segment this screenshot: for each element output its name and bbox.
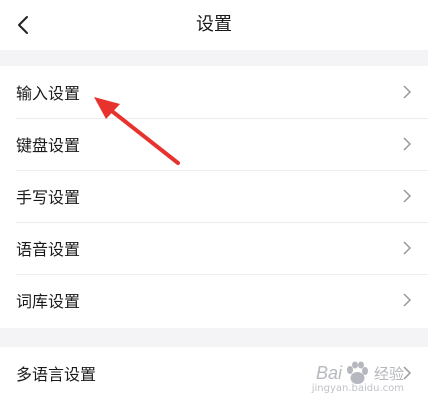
settings-item-label: 多语言设置 xyxy=(16,365,97,384)
settings-item-label: 词库设置 xyxy=(16,292,81,311)
watermark-url: jingyan.baidu.com xyxy=(311,383,404,394)
baidu-jingyan-watermark: Bai 经验 jingyan.baidu.com xyxy=(312,361,404,394)
baidu-paw-icon xyxy=(346,361,368,384)
nav-bar: 设置 xyxy=(0,0,428,50)
chevron-right-icon xyxy=(403,293,412,307)
settings-item-label: 键盘设置 xyxy=(16,136,81,155)
settings-item-input[interactable]: 输入设置 xyxy=(0,66,428,118)
chevron-right-icon xyxy=(403,137,412,151)
settings-item-keyboard[interactable]: 键盘设置 xyxy=(0,118,428,170)
watermark-brand-suffix: 经验 xyxy=(373,364,404,383)
settings-item-label: 语音设置 xyxy=(16,240,81,259)
settings-item-dictionary[interactable]: 词库设置 xyxy=(0,274,428,326)
chevron-right-icon xyxy=(403,85,412,99)
page-title: 设置 xyxy=(196,14,232,35)
settings-group-main: 输入设置 键盘设置 手写设置 语音设置 词库设置 xyxy=(0,66,428,328)
settings-item-label: 输入设置 xyxy=(16,84,81,103)
settings-item-voice[interactable]: 语音设置 xyxy=(0,222,428,274)
chevron-right-icon xyxy=(403,241,412,255)
settings-item-handwriting[interactable]: 手写设置 xyxy=(0,170,428,222)
settings-item-label: 手写设置 xyxy=(16,188,81,207)
watermark-brand: Bai xyxy=(315,362,342,383)
chevron-right-icon xyxy=(403,189,412,203)
red-arrow-annotation xyxy=(94,97,180,165)
